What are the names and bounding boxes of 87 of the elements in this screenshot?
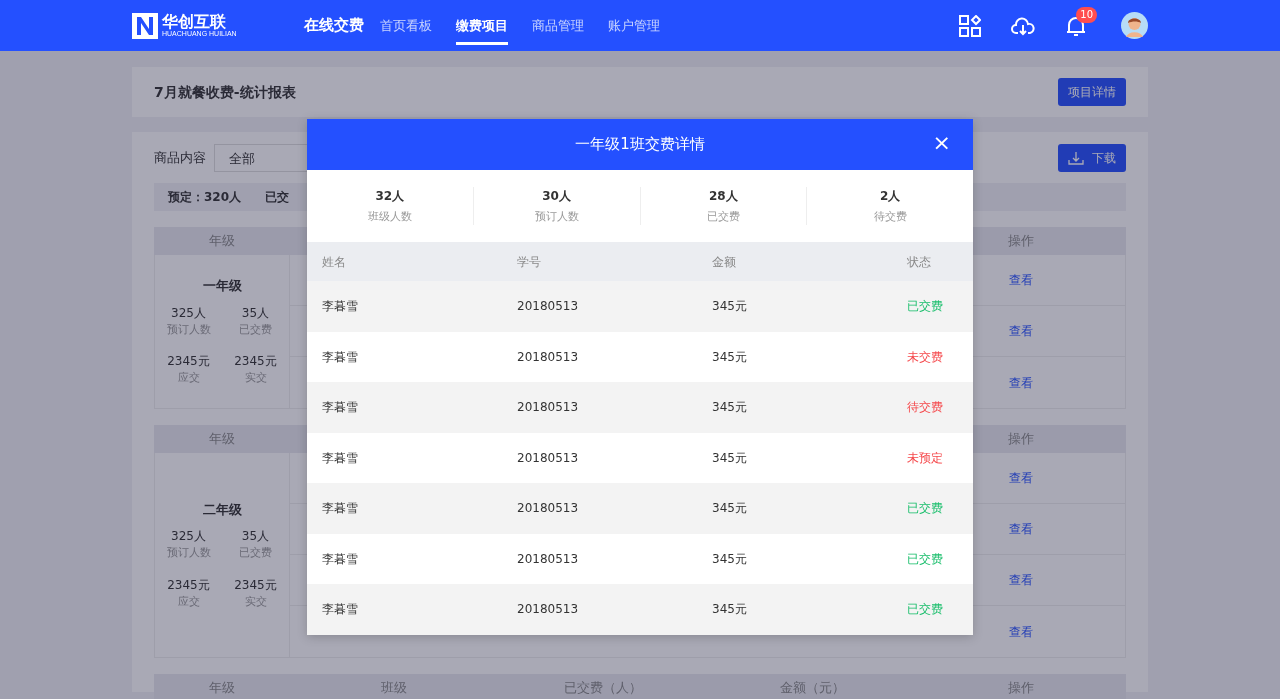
table-cell-text: 20180513: [516, 500, 580, 518]
status-text: 已交费: [906, 298, 944, 316]
column-header: 年级: [207, 232, 236, 251]
stat-label: 实交: [244, 370, 267, 387]
stat-value: 35人: [241, 304, 270, 322]
download-button[interactable]: 下载: [1058, 144, 1126, 172]
avatar[interactable]: [1121, 12, 1148, 39]
grade-name: 二年级: [202, 500, 242, 519]
status-text: 已交费: [906, 601, 944, 619]
grade-name: 一年级: [202, 277, 242, 296]
table-cell-text: 345元: [711, 348, 748, 366]
logo-text: 华创互联: [162, 14, 227, 30]
column-header: 操作: [1007, 232, 1036, 251]
stat-value: 2345元: [167, 576, 210, 594]
column-header: 金额（元）: [778, 679, 846, 698]
column-header: 金额: [711, 253, 737, 271]
stat-value: 32人: [375, 187, 405, 205]
table-cell-text: 李暮雪: [321, 500, 359, 518]
stat-label: 班级人数: [367, 208, 412, 225]
stat-label: 已交费: [706, 208, 740, 225]
notification-badge: 10: [1076, 6, 1097, 23]
column-header: 年级: [207, 679, 236, 698]
table-cell-text: 20180513: [516, 298, 580, 316]
stat-value: 2345元: [167, 353, 210, 371]
column-header: 学号: [516, 253, 542, 271]
column-header: 年级: [207, 430, 236, 449]
stat-label: 已交费: [239, 321, 272, 338]
status-text: 未交费: [906, 348, 944, 366]
table-cell-text: 20180513: [516, 399, 580, 417]
table-cell-text: 李暮雪: [321, 601, 359, 619]
stat-value: 325人: [171, 528, 206, 546]
page-title: 7月就餐收费-统计报表: [154, 82, 296, 102]
stat-label: 应交: [177, 370, 200, 387]
stat-value: 2人: [879, 187, 901, 205]
nav-tab[interactable]: 首页看板: [380, 0, 432, 51]
column-header: 操作: [1007, 430, 1036, 449]
summary-text: 预定：320人: [168, 189, 242, 206]
table-cell-text: 345元: [711, 298, 748, 316]
table-cell-text: 李暮雪: [321, 298, 359, 316]
table-cell-text: 345元: [711, 500, 748, 518]
filter-label: 商品内容: [154, 149, 206, 168]
summary-text: 已交: [265, 189, 290, 206]
close-button[interactable]: ×: [928, 131, 955, 155]
dialog-title: 一年级1班交费详情: [575, 134, 705, 156]
stat-label: 已交费: [239, 545, 272, 562]
table-cell-text: 李暮雪: [321, 348, 359, 366]
stat-value: 28人: [709, 187, 738, 205]
table-cell-text: 20180513: [516, 550, 580, 568]
column-header: 状态: [906, 253, 932, 271]
status-text: 已交费: [906, 500, 944, 518]
status-text: 待交费: [906, 399, 944, 417]
app-title: 在线交费: [304, 15, 364, 37]
table-cell-text: 李暮雪: [321, 449, 359, 467]
stat-label: 待交费: [873, 208, 907, 225]
stat-value: 2345元: [234, 576, 277, 594]
table-cell-text: 李暮雪: [321, 550, 359, 568]
stat-value: 2345元: [234, 353, 277, 371]
nav-tab[interactable]: 商品管理: [532, 0, 584, 51]
column-header: 姓名: [321, 253, 347, 271]
project-details-button[interactable]: 项目详情: [1058, 78, 1126, 106]
status-text: 未预定: [906, 449, 944, 467]
stat-value: 35人: [241, 528, 270, 546]
logo-icon: [132, 12, 158, 39]
table-cell-text: 李暮雪: [321, 399, 359, 417]
table-cell-text: 345元: [711, 601, 748, 619]
stat-label: 预订人数: [166, 545, 211, 562]
stat-value: 30人: [542, 187, 571, 205]
table-cell-text: 20180513: [516, 348, 580, 366]
table-cell-text: 20180513: [516, 449, 580, 467]
stat-label: 预订人数: [534, 208, 579, 225]
cloud-download-icon[interactable]: [1011, 15, 1035, 36]
download-icon: [1068, 151, 1084, 165]
table-cell-text: 20180513: [516, 601, 580, 619]
column-header: 班级: [379, 679, 408, 698]
table-cell-text: 345元: [711, 399, 748, 417]
column-header: 操作: [1007, 679, 1036, 698]
table-cell-text: 345元: [711, 449, 748, 467]
table-cell-text: 345元: [711, 550, 748, 568]
column-header: 已交费（人）: [562, 679, 643, 698]
apps-icon[interactable]: [959, 14, 981, 37]
stat-label: 应交: [177, 593, 200, 610]
stat-label: 预订人数: [166, 321, 211, 338]
status-text: 已交费: [906, 550, 944, 568]
stat-value: 325人: [171, 304, 206, 322]
nav-tab[interactable]: 缴费项目: [456, 0, 508, 51]
stat-label: 实交: [244, 593, 267, 610]
nav-tab[interactable]: 账户管理: [608, 0, 660, 51]
